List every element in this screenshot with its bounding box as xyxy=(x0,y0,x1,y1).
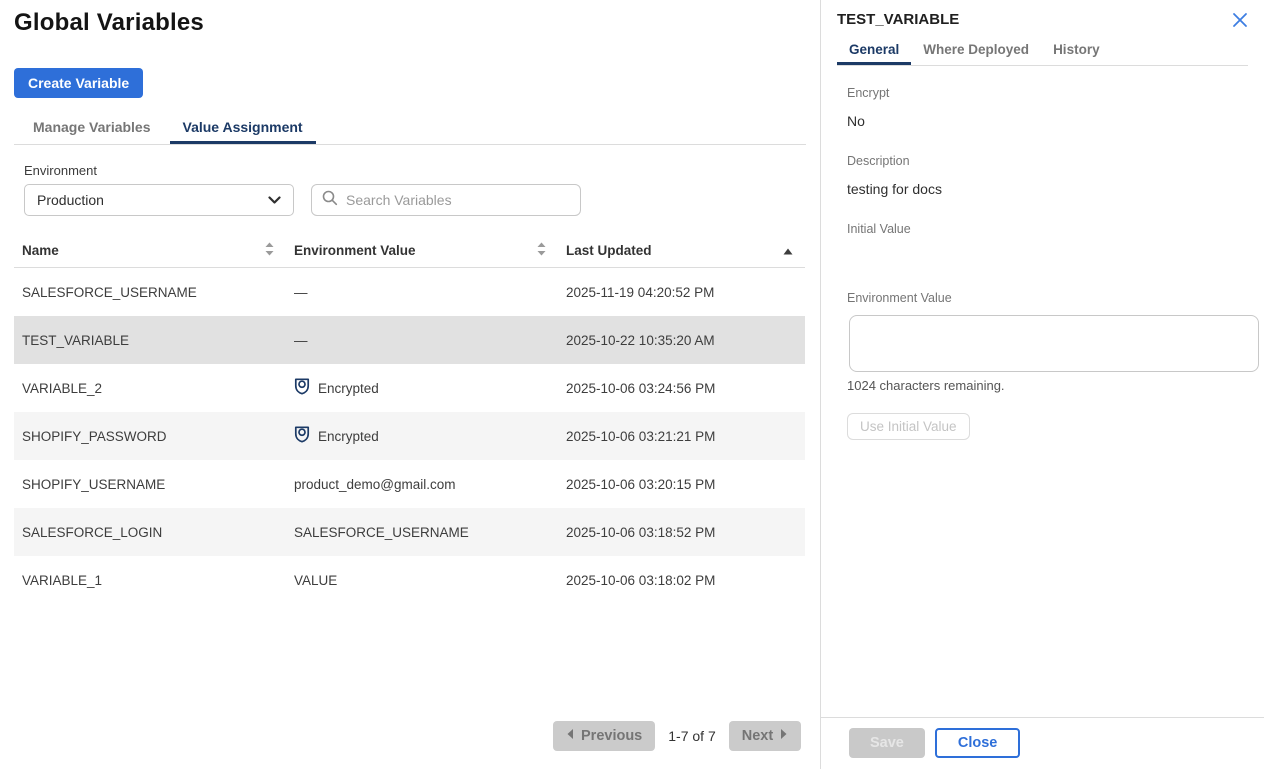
table-row[interactable]: SALESFORCE_LOGIN SALESFORCE_USERNAME 202… xyxy=(14,508,805,556)
use-initial-value-button[interactable]: Use Initial Value xyxy=(847,413,970,440)
search-icon xyxy=(322,190,338,211)
panel-header: TEST_VARIABLE xyxy=(821,0,1264,28)
create-variable-button[interactable]: Create Variable xyxy=(14,68,143,98)
environment-value-textarea[interactable] xyxy=(849,315,1259,372)
next-page-button[interactable]: Next xyxy=(729,721,801,751)
description-value: testing for docs xyxy=(847,181,1248,197)
variable-detail-panel: TEST_VARIABLE General Where Deployed His… xyxy=(820,0,1264,769)
tab-manage-variables[interactable]: Manage Variables xyxy=(20,115,164,144)
panel-footer: Save Close xyxy=(821,717,1264,769)
table-row[interactable]: VARIABLE_2 Encrypted 2025-10-06 03:24:56… xyxy=(14,364,805,412)
page-title: Global Variables xyxy=(14,9,820,37)
search-variables-box xyxy=(311,184,581,216)
encrypt-label: Encrypt xyxy=(847,86,1248,100)
close-icon[interactable] xyxy=(1232,12,1248,28)
search-variables-input[interactable] xyxy=(346,192,570,208)
save-button[interactable]: Save xyxy=(849,728,925,758)
panel-tabbar: General Where Deployed History xyxy=(837,36,1248,66)
encrypt-value: No xyxy=(847,113,1248,129)
filter-controls: Production xyxy=(24,184,820,216)
encrypted-shield-icon xyxy=(294,378,310,398)
table-row[interactable]: SALESFORCE_USERNAME — 2025-11-19 04:20:5… xyxy=(14,268,805,316)
column-header-last-updated[interactable]: Last Updated xyxy=(558,243,805,258)
table-row[interactable]: SHOPIFY_USERNAME product_demo@gmail.com … xyxy=(14,460,805,508)
description-label: Description xyxy=(847,154,1248,168)
tab-history[interactable]: History xyxy=(1041,36,1112,65)
panel-body: Encrypt No Description testing for docs … xyxy=(821,66,1264,440)
pagination-range: 1-7 of 7 xyxy=(668,728,715,744)
variables-table: Name Environment Value Last Updated xyxy=(14,234,805,604)
tab-value-assignment[interactable]: Value Assignment xyxy=(170,115,316,144)
previous-page-button[interactable]: Previous xyxy=(553,721,655,751)
environment-value-label: Environment Value xyxy=(847,291,1248,305)
chevron-down-icon xyxy=(268,192,281,208)
close-button[interactable]: Close xyxy=(935,728,1021,758)
table-row[interactable]: VARIABLE_1 VALUE 2025-10-06 03:18:02 PM xyxy=(14,556,805,604)
tab-where-deployed[interactable]: Where Deployed xyxy=(911,36,1041,65)
panel-title: TEST_VARIABLE xyxy=(837,11,959,28)
environment-select-value: Production xyxy=(37,192,104,208)
sort-both-icon[interactable] xyxy=(265,242,274,259)
table-row-selected[interactable]: TEST_VARIABLE — 2025-10-22 10:35:20 AM xyxy=(14,316,805,364)
environment-select[interactable]: Production xyxy=(24,184,294,216)
sort-ascending-icon[interactable] xyxy=(783,243,793,258)
table-header-row: Name Environment Value Last Updated xyxy=(14,234,805,268)
table-row[interactable]: SHOPIFY_PASSWORD Encrypted 2025-10-06 03… xyxy=(14,412,805,460)
global-variables-page: Global Variables Create Variable Manage … xyxy=(0,0,820,769)
encrypted-shield-icon xyxy=(294,426,310,446)
arrow-left-icon xyxy=(566,728,574,744)
tab-general[interactable]: General xyxy=(837,36,911,65)
environment-label: Environment xyxy=(24,163,820,178)
arrow-right-icon xyxy=(780,728,788,744)
initial-value-label: Initial Value xyxy=(847,222,1248,236)
column-header-name[interactable]: Name xyxy=(14,242,286,259)
column-header-environment-value[interactable]: Environment Value xyxy=(286,242,558,259)
sort-both-icon[interactable] xyxy=(537,242,546,259)
variables-tabbar: Manage Variables Value Assignment xyxy=(14,115,806,145)
characters-remaining-text: 1024 characters remaining. xyxy=(847,378,1248,393)
pagination: Previous 1-7 of 7 Next xyxy=(553,721,801,751)
